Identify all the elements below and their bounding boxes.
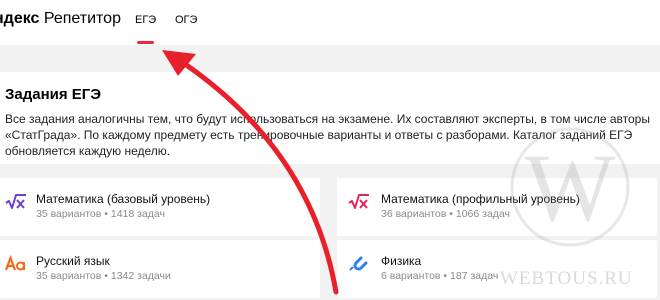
aa-letters-icon: [4, 254, 29, 275]
intro-section: Задания ЕГЭ Все задания аналогичны тем, …: [0, 72, 660, 164]
square-root-x-icon: [5, 193, 29, 213]
subject-stats: 6 вариантов • 187 задач: [381, 270, 499, 282]
tab-oge[interactable]: ОГЭ: [175, 14, 197, 26]
subject-card-math-profile[interactable]: Математика (профильный уровень) 36 вариа…: [337, 178, 657, 236]
logo-product: Репетитор: [39, 10, 121, 27]
subject-stats: 36 вариантов • 1066 задач: [381, 208, 510, 220]
subject-title: Физика: [381, 254, 422, 268]
subject-stats: 35 вариантов • 1342 задачи: [36, 270, 171, 282]
page-title: Задания ЕГЭ: [5, 86, 101, 103]
subject-title: Математика (базовый уровень): [36, 192, 211, 206]
logo-brand: ндекс: [0, 10, 40, 27]
watermark-text: WEBTOUS.RU: [500, 268, 633, 289]
magnet-icon: [348, 255, 372, 275]
active-tab-indicator: [137, 41, 154, 44]
subject-stats: 35 вариантов • 1418 задач: [36, 208, 165, 220]
tab-ege[interactable]: ЕГЭ: [135, 14, 156, 26]
subject-title: Математика (профильный уровень): [381, 192, 580, 206]
square-root-x-icon: [348, 193, 372, 213]
top-navigation-bar: ндекс Репетитор ЕГЭ ОГЭ: [0, 0, 660, 45]
subject-card-math-basic[interactable]: Математика (базовый уровень) 35 варианто…: [0, 178, 320, 236]
yandex-tutor-logo[interactable]: ндекс Репетитор: [0, 10, 121, 28]
subject-card-russian[interactable]: Русский язык 35 вариантов • 1342 задачи: [0, 240, 320, 298]
intro-description: Все задания аналогичны тем, что будут ис…: [5, 112, 650, 158]
subject-title: Русский язык: [36, 254, 110, 268]
